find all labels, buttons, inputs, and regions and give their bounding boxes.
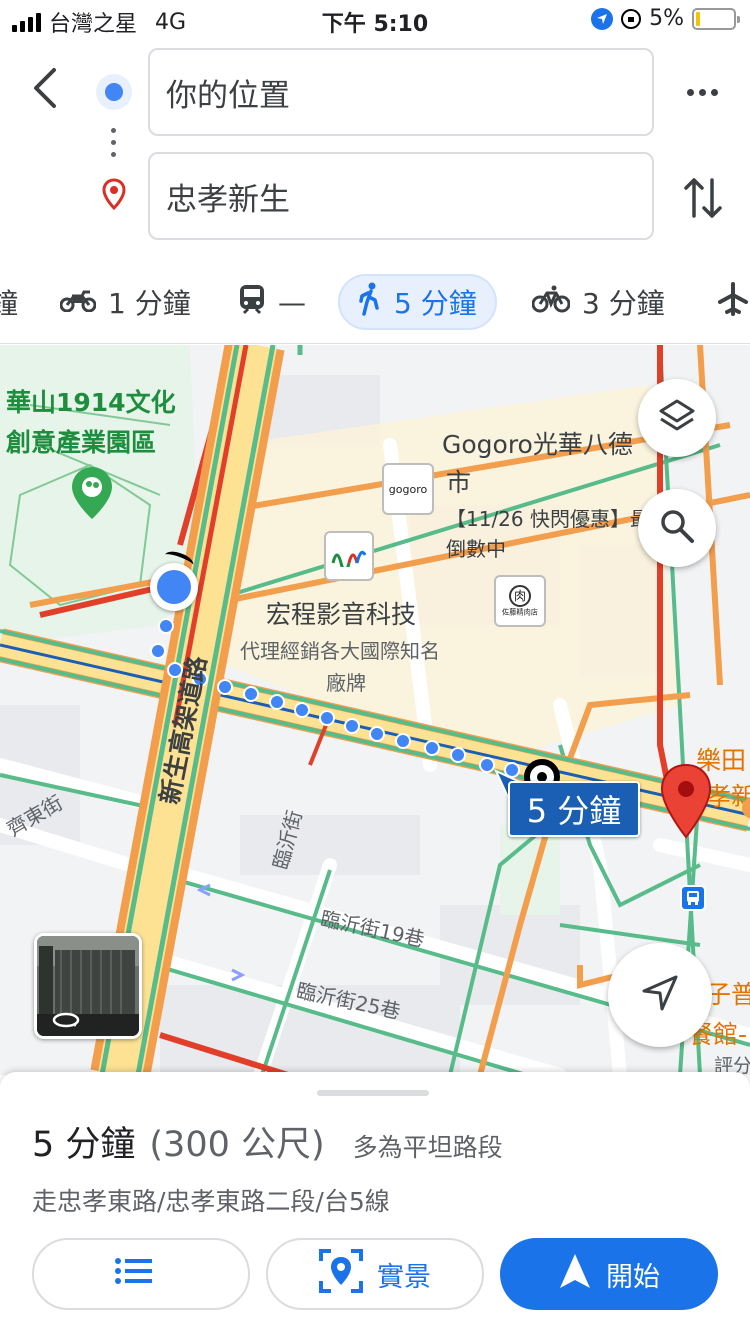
route-summary: 5 分鐘 (300 公尺) 多為平坦路段 [32, 1116, 503, 1167]
destination-marker-icon[interactable] [660, 763, 712, 843]
train-icon [238, 283, 266, 322]
location-services-icon [591, 7, 614, 30]
status-bar: 台灣之星 4G 下午 5:10 5% [0, 0, 750, 40]
poi-promo-text-2: 倒數中 [446, 537, 506, 561]
live-view-label: 實景 [377, 1261, 431, 1293]
mode-label: 3 分鐘 [582, 287, 665, 320]
street-view-thumbnail[interactable] [34, 933, 142, 1039]
map-view[interactable]: 華山1914文化 創意產業園區 Gogoro光華八德 市 【11/26 快閃優惠… [0, 345, 750, 1075]
battery-icon [692, 7, 740, 30]
mode-tab-walk[interactable]: 5 分鐘 [338, 274, 497, 330]
origin-input[interactable]: 你的位置 [148, 48, 654, 136]
route-duration: 5 分鐘 [32, 1125, 136, 1165]
rotate-360-icon [51, 1010, 81, 1034]
poi-desc-hongcheng: 代理經銷各大國際知名 [240, 639, 440, 663]
navigation-arrow-icon [640, 973, 680, 1017]
mode-label: 鐘 [0, 282, 18, 322]
route-via: 走忠孝東路/忠孝東路二段/台5線 [32, 1187, 390, 1216]
mode-tab-transit[interactable]: — [238, 274, 306, 330]
start-label: 開始 [606, 1261, 660, 1293]
poi-label-gogoro[interactable]: Gogoro光華八德 [442, 425, 633, 461]
shop-logo-marker[interactable]: 肉 佐藤精肉店 [494, 575, 546, 627]
park-marker-icon[interactable] [70, 465, 114, 525]
poi-label-gogoro-2: 市 [446, 468, 472, 497]
meat-shop-icon: 肉 [509, 584, 531, 607]
eta-bubble[interactable]: 5 分鐘 [508, 781, 640, 837]
poi-desc-hongcheng-2: 廠牌 [326, 671, 366, 695]
walk-icon [358, 282, 382, 323]
back-button[interactable] [26, 62, 66, 112]
mode-tab-flight[interactable] [716, 274, 750, 330]
battery-percent: 5% [649, 6, 684, 31]
swap-directions-button[interactable] [680, 172, 726, 224]
steps-button[interactable] [32, 1238, 250, 1310]
route-distance: (300 公尺) [149, 1125, 325, 1165]
layers-icon [658, 397, 696, 439]
list-icon [114, 1256, 154, 1293]
shop-logo-text: 佐藤精肉店 [502, 607, 538, 617]
navigation-start-icon [558, 1252, 592, 1297]
destination-input[interactable]: 忠孝新生 [148, 152, 654, 240]
route-summary-sheet[interactable]: 5 分鐘 (300 公尺) 多為平坦路段 走忠孝東路/忠孝東路二段/台5線 實景… [0, 1072, 750, 1334]
mode-tab-motorcycle[interactable]: 1 分鐘 [59, 274, 191, 330]
gogoro-logo-marker[interactable]: gogoro [382, 463, 434, 515]
destination-pin-icon [102, 178, 126, 211]
flight-icon [716, 281, 750, 323]
sheet-drag-handle[interactable] [317, 1090, 429, 1096]
bicycle-icon [531, 285, 571, 320]
route-connector-icon [111, 128, 117, 164]
route-terrain-note: 多為平坦路段 [352, 1133, 503, 1162]
live-view-button[interactable]: 實景 [266, 1238, 484, 1310]
bus-stop-icon[interactable] [680, 885, 706, 911]
poi-label-huashan[interactable]: 華山1914文化 [6, 383, 176, 419]
rotation-lock-icon [621, 8, 642, 29]
poi-label-restaurant[interactable]: 子普 [706, 975, 750, 1011]
more-options-button[interactable] [680, 78, 724, 106]
poi-label-hongcheng[interactable]: 宏程影音科技 [266, 595, 416, 631]
transit-logo-icon[interactable] [324, 531, 374, 581]
mode-label: 5 分鐘 [394, 287, 477, 320]
mode-label: 1 分鐘 [108, 287, 191, 320]
poi-label-huashan-2: 創意產業園區 [6, 428, 157, 457]
search-icon [659, 508, 695, 548]
mode-label: — [278, 285, 306, 319]
layers-button[interactable] [638, 379, 716, 457]
origin-dot-icon [96, 74, 132, 110]
mode-tab-drive[interactable]: 鐘 [0, 274, 18, 330]
travel-mode-bar: 鐘 1 分鐘 — 5 分鐘 3 分鐘 [0, 260, 750, 344]
motorcycle-icon [59, 286, 97, 319]
search-along-route-button[interactable] [638, 489, 716, 567]
mode-tab-bicycle[interactable]: 3 分鐘 [531, 274, 665, 330]
live-view-icon [319, 1248, 363, 1300]
recenter-button[interactable] [608, 943, 712, 1047]
poi-promo-text: 【11/26 快閃優惠】最 [446, 507, 650, 531]
start-navigation-button[interactable]: 開始 [500, 1238, 718, 1310]
